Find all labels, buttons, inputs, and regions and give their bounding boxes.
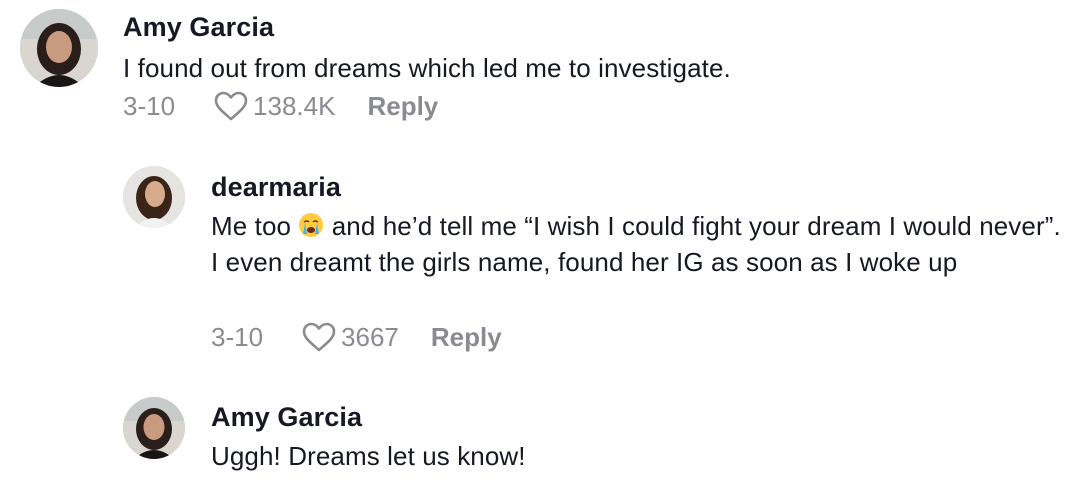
comment-meta: 3-10 138.4K Reply (123, 90, 438, 122)
username[interactable]: Amy Garcia (211, 402, 362, 433)
comment-text-part: Me too (211, 211, 299, 241)
avatar-image (123, 166, 185, 228)
like-button[interactable]: 138.4K (213, 90, 335, 122)
comment-text: Me too and he’d tell me “I wish I could … (211, 208, 1071, 280)
avatar[interactable] (123, 166, 185, 228)
comment-date: 3-10 (123, 90, 176, 121)
comment-date: 3-10 (211, 321, 264, 352)
like-count: 138.4K (253, 90, 336, 121)
heart-icon (214, 91, 248, 121)
avatar-image (20, 9, 98, 87)
reply-button[interactable]: Reply (431, 322, 502, 353)
reply-button[interactable]: Reply (367, 91, 438, 122)
comment-text-part: and he’d tell me “I wish I could fight y… (211, 211, 1061, 277)
comment-text: Uggh! Dreams let us know! (211, 441, 526, 471)
comment-text: I found out from dreams which led me to … (123, 53, 731, 83)
crying-face-emoji-icon (299, 213, 324, 237)
avatar[interactable] (123, 397, 185, 459)
avatar-image (123, 397, 185, 459)
heart-icon (302, 322, 336, 352)
username[interactable]: dearmaria (211, 172, 341, 203)
like-count: 3667 (341, 321, 399, 352)
avatar[interactable] (20, 9, 98, 87)
username[interactable]: Amy Garcia (123, 12, 274, 43)
like-button[interactable]: 3667 (301, 321, 399, 353)
comment-meta: 3-10 3667 Reply (211, 321, 502, 353)
